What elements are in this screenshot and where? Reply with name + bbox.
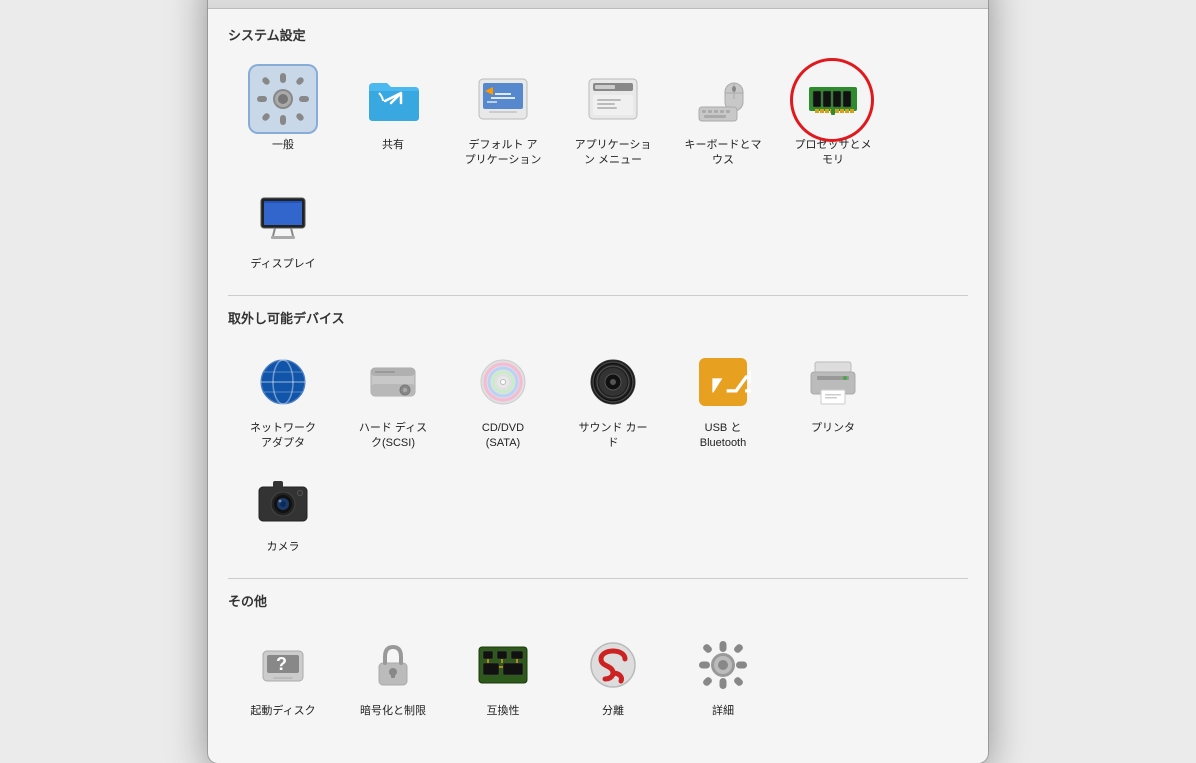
default-apps-icon (475, 71, 531, 127)
section-divider-1 (228, 295, 968, 296)
system-icons-grid: 一般 共有 (228, 56, 968, 279)
icon-wrap-display (248, 183, 318, 253)
icon-label-printer: プリンタ (811, 421, 855, 435)
icon-item-sharing[interactable]: 共有 (338, 56, 448, 175)
icon-item-cd-dvd[interactable]: CD/DVD(SATA) (448, 339, 558, 458)
icon-wrap-network-adapter (248, 347, 318, 417)
icon-item-keyboard-mouse[interactable]: キーボードとマウス (668, 56, 778, 175)
icon-wrap-cd-dvd (468, 347, 538, 417)
network-icon (255, 354, 311, 410)
icon-wrap-printer (798, 347, 868, 417)
icon-item-sound-card[interactable]: サウンド カード (558, 339, 668, 458)
icon-wrap-sharing (358, 64, 428, 134)
icon-item-camera[interactable]: カメラ (228, 458, 338, 562)
content-area: システム設定 (208, 9, 988, 762)
icon-wrap-encryption (358, 630, 428, 700)
icon-item-compatibility[interactable]: 互換性 (448, 622, 558, 726)
section-divider-2 (228, 578, 968, 579)
icon-item-app-menu[interactable]: アプリケーション メニュー (558, 56, 668, 175)
icon-wrap-advanced (688, 630, 758, 700)
cd-dvd-icon (475, 354, 531, 410)
icon-item-encryption[interactable]: 暗号化と制限 (338, 622, 448, 726)
keyboard-mouse-icon (695, 71, 751, 127)
icon-wrap-hard-disk (358, 347, 428, 417)
other-icons-grid: ? 起動ディスク 暗号化と制限 (228, 622, 968, 726)
gear-icon (255, 71, 311, 127)
icon-label-startup-disk: 起動ディスク (250, 704, 315, 718)
svg-text:⎇: ⎇ (725, 367, 751, 398)
icon-wrap-compatibility (468, 630, 538, 700)
camera-icon (255, 473, 311, 529)
icon-wrap-camera (248, 466, 318, 536)
app-menu-icon (585, 71, 641, 127)
icon-label-encryption: 暗号化と制限 (360, 704, 426, 718)
encryption-icon (365, 637, 421, 693)
isolation-icon (585, 637, 641, 693)
display-icon (255, 190, 311, 246)
icon-item-startup-disk[interactable]: ? 起動ディスク (228, 622, 338, 726)
icon-item-display[interactable]: ディスプレイ (228, 175, 338, 279)
icon-label-isolation: 分離 (602, 704, 624, 718)
startup-disk-icon: ? (255, 637, 311, 693)
removable-icons-grid: ネットワークアダプタ ハード ディスク(SCSI) (228, 339, 968, 562)
icon-item-printer[interactable]: プリンタ (778, 339, 888, 458)
titlebar: すべてを表示 Windows 10 x64: 設定 デバイスを追加... (208, 0, 988, 9)
icon-wrap-usb-bluetooth: ⎖ ⎇ (688, 347, 758, 417)
processor-memory-icon (805, 71, 861, 127)
sound-card-icon (585, 354, 641, 410)
usb-bluetooth-icon: ⎖ ⎇ (695, 354, 751, 410)
icon-item-advanced[interactable]: 詳細 (668, 622, 778, 726)
icon-label-general: 一般 (272, 138, 294, 152)
icon-wrap-startup-disk: ? (248, 630, 318, 700)
folder-icon (365, 71, 421, 127)
icon-wrap-keyboard-mouse (688, 64, 758, 134)
icon-label-processor-memory: プロセッサとメモリ (795, 138, 872, 167)
compatibility-icon (475, 637, 531, 693)
icon-label-app-menu: アプリケーション メニュー (575, 138, 652, 167)
icon-wrap-app-menu (578, 64, 648, 134)
icon-label-default-apps: デフォルト アプリケーション (465, 138, 542, 167)
icon-item-network-adapter[interactable]: ネットワークアダプタ (228, 339, 338, 458)
icon-label-cd-dvd: CD/DVD(SATA) (482, 421, 524, 450)
icon-label-compatibility: 互換性 (487, 704, 520, 718)
icon-item-usb-bluetooth[interactable]: ⎖ ⎇ USB とBluetooth (668, 339, 778, 458)
icon-wrap-isolation (578, 630, 648, 700)
icon-item-default-apps[interactable]: デフォルト アプリケーション (448, 56, 558, 175)
icon-label-sound-card: サウンド カード (578, 421, 647, 450)
icon-label-usb-bluetooth: USB とBluetooth (700, 421, 746, 450)
icon-item-processor-memory[interactable]: プロセッサとメモリ (778, 56, 888, 175)
svg-text:?: ? (276, 654, 287, 674)
icon-item-hard-disk[interactable]: ハード ディスク(SCSI) (338, 339, 448, 458)
advanced-icon (695, 637, 751, 693)
section-title-removable: 取外し可能デバイス (228, 308, 968, 327)
icon-item-general[interactable]: 一般 (228, 56, 338, 175)
main-window: すべてを表示 Windows 10 x64: 設定 デバイスを追加... システ… (208, 0, 988, 763)
icon-wrap-processor-memory (798, 64, 868, 134)
icon-label-sharing: 共有 (382, 138, 404, 152)
icon-wrap-sound-card (578, 347, 648, 417)
icon-label-camera: カメラ (267, 540, 300, 554)
section-title-system: システム設定 (228, 25, 968, 44)
icon-label-display: ディスプレイ (250, 257, 315, 271)
icon-label-network-adapter: ネットワークアダプタ (250, 421, 316, 450)
icon-wrap-general (248, 64, 318, 134)
section-title-other: その他 (228, 591, 968, 610)
icon-label-hard-disk: ハード ディスク(SCSI) (359, 421, 427, 450)
icon-label-keyboard-mouse: キーボードとマウス (685, 138, 762, 167)
hard-disk-icon (365, 354, 421, 410)
icon-wrap-default-apps (468, 64, 538, 134)
printer-icon (805, 354, 861, 410)
icon-label-advanced: 詳細 (712, 704, 734, 718)
icon-item-isolation[interactable]: 分離 (558, 622, 668, 726)
